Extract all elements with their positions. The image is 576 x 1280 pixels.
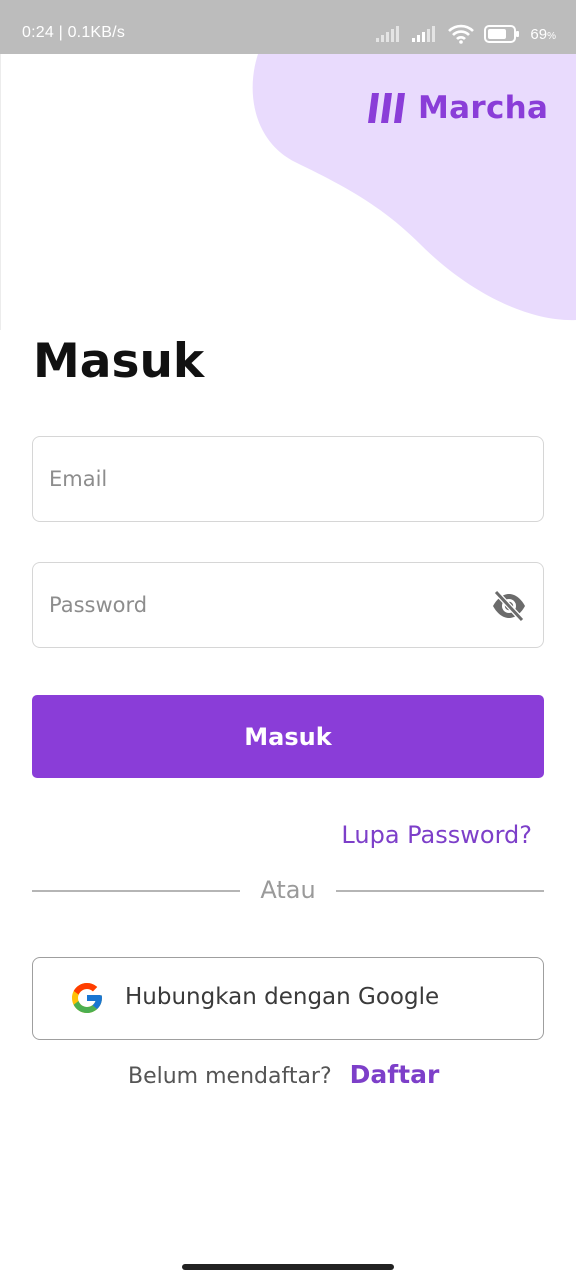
page-title: Masuk: [33, 334, 205, 389]
signup-row: Belum mendaftar? Daftar: [128, 1060, 439, 1089]
brand-logo: Marcha: [368, 90, 548, 126]
status-bar: 0:24 | 0.1KB/s 69%: [0, 0, 576, 54]
marcha-logo-icon: [368, 93, 405, 123]
password-field[interactable]: [32, 562, 544, 648]
eye-off-icon: [493, 590, 525, 622]
email-input[interactable]: [49, 437, 489, 521]
brand-name: Marcha: [418, 90, 549, 126]
password-input[interactable]: [49, 563, 489, 647]
google-button-label: Hubungkan dengan Google: [125, 984, 440, 1010]
google-icon: [72, 983, 102, 1013]
signal-icon: [376, 26, 400, 42]
wifi-icon: [448, 24, 475, 44]
google-signin-button[interactable]: Hubungkan dengan Google: [32, 957, 544, 1040]
divider-label: Atau: [260, 876, 316, 904]
signup-prompt: Belum mendaftar?: [128, 1064, 332, 1089]
password-visibility-toggle[interactable]: [491, 589, 527, 623]
forgot-password-link[interactable]: Lupa Password?: [341, 821, 532, 849]
battery-icon: [484, 25, 520, 43]
status-icons: 69%: [376, 22, 556, 46]
signup-link[interactable]: Daftar: [350, 1060, 440, 1089]
battery-percent-unit: %: [547, 30, 556, 42]
home-indicator[interactable]: [182, 1264, 394, 1270]
divider-line-right: [336, 890, 544, 892]
email-field[interactable]: [32, 436, 544, 522]
status-time: 0:24 | 0.1KB/s: [22, 24, 126, 41]
battery-percent: 69%: [530, 25, 556, 43]
signal-icon-2: [412, 26, 436, 42]
login-button[interactable]: Masuk: [32, 695, 544, 778]
divider-line-left: [32, 890, 240, 892]
